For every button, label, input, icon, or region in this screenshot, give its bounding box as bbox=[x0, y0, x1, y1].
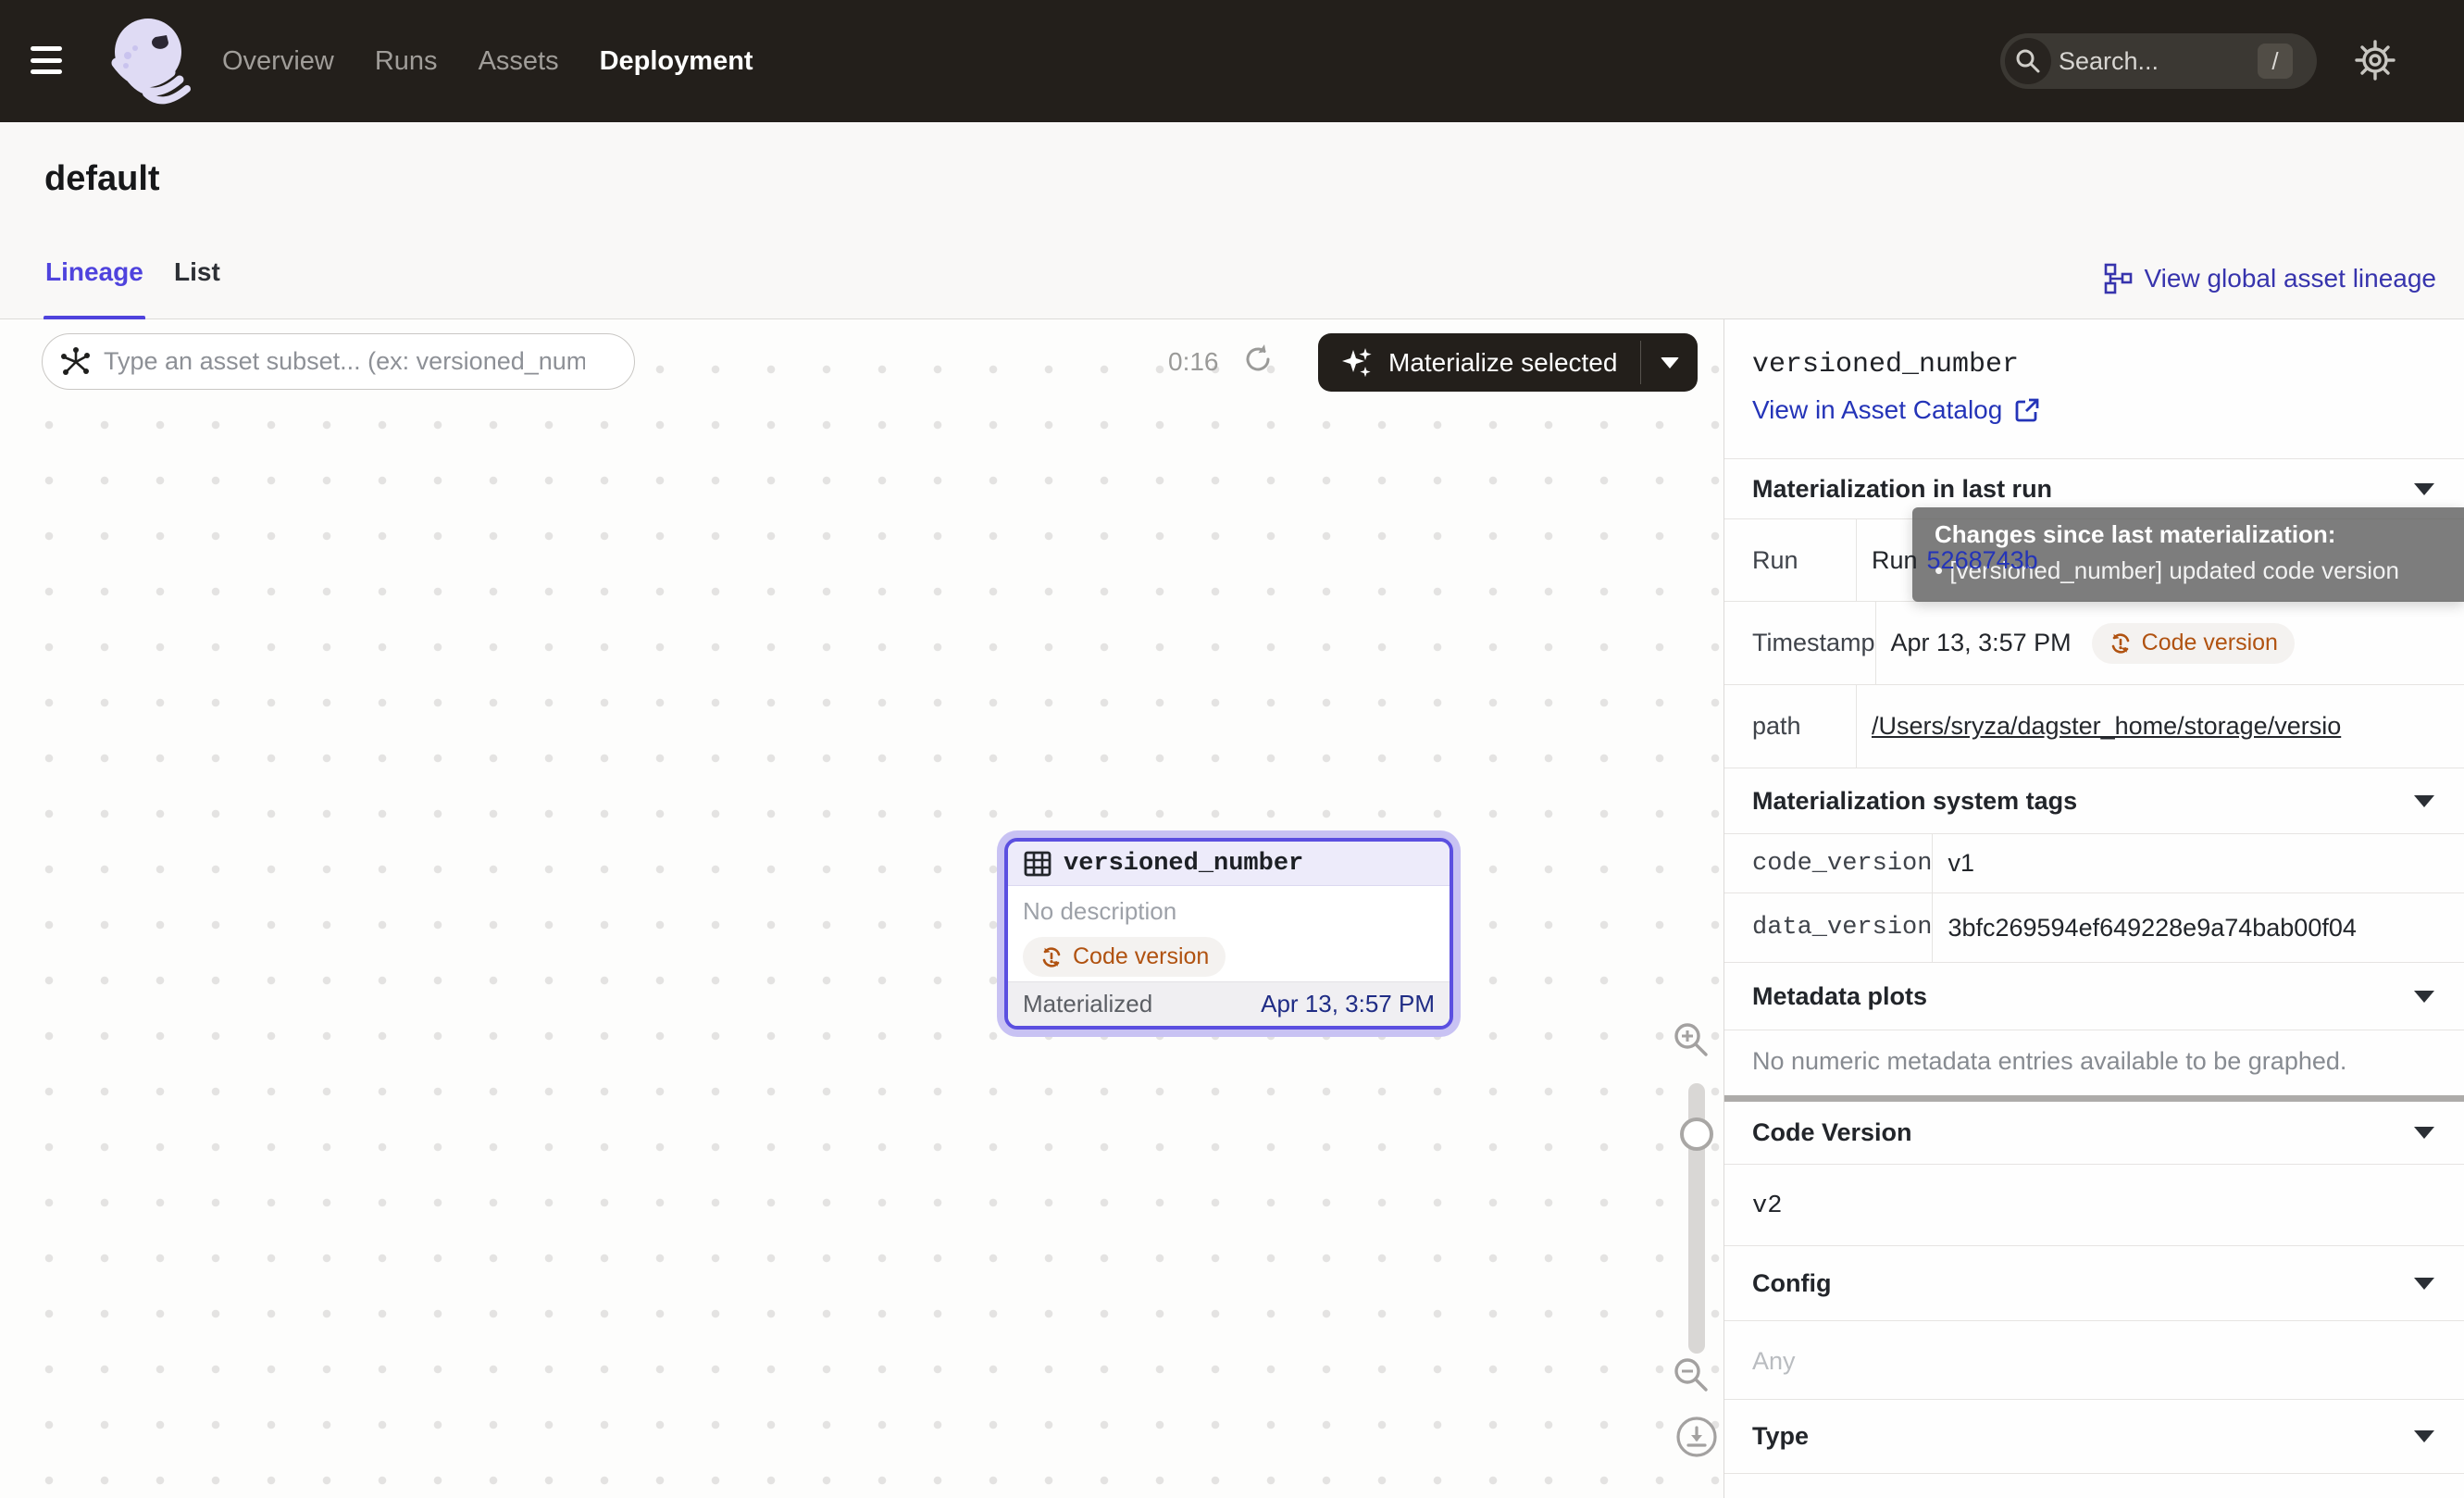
run-row-value: Run 5268743b bbox=[1857, 519, 2464, 601]
timestamp-row-value: Apr 13, 3:57 PM Code version bbox=[1876, 602, 2464, 684]
global-lineage-label: View global asset lineage bbox=[2145, 264, 2436, 293]
nav-items: Overview Runs Assets Deployment bbox=[222, 0, 753, 122]
refresh-icon[interactable] bbox=[1240, 342, 1276, 377]
code-version-cycle-icon bbox=[2109, 631, 2133, 655]
table-row-timestamp: Timestamp Apr 13, 3:57 PM Code version bbox=[1724, 601, 2464, 684]
run-row-label: Run bbox=[1724, 519, 1857, 601]
asset-node-body: No description Code version bbox=[1008, 886, 1450, 977]
materialize-dropdown-button[interactable] bbox=[1641, 333, 1698, 392]
code-version-badge-label: Code version bbox=[2142, 630, 2278, 656]
config-value-row: Any bbox=[1724, 1320, 2464, 1399]
nav-item-runs[interactable]: Runs bbox=[375, 46, 438, 77]
search-input[interactable] bbox=[2059, 47, 2225, 76]
external-link-icon bbox=[2013, 396, 2041, 424]
asset-node-name: versioned_number bbox=[1064, 850, 1303, 878]
section-metadata-plots[interactable]: Metadata plots bbox=[1724, 962, 2464, 1030]
table-row-run: Run Run 5268743b bbox=[1724, 518, 2464, 601]
panel-section-divider bbox=[1724, 1095, 2464, 1102]
chevron-down-icon[interactable] bbox=[2414, 1127, 2434, 1139]
table-row-data-version: data_version 3bfc269594ef649228e9a74bab0… bbox=[1724, 893, 2464, 962]
section-materialization-system-tags[interactable]: Materialization system tags bbox=[1724, 768, 2464, 833]
top-nav: Overview Runs Assets Deployment / bbox=[0, 0, 2464, 122]
asset-detail-panel: versioned_number View in Asset Catalog M… bbox=[1724, 319, 2464, 1498]
asset-node-versioned-number[interactable]: versioned_number No description Code ver… bbox=[1004, 838, 1453, 1030]
section-label: Materialization system tags bbox=[1752, 787, 2077, 816]
code-version-value: v2 bbox=[1752, 1192, 2464, 1220]
tab-lineage[interactable]: Lineage bbox=[45, 257, 143, 287]
section-type[interactable]: Type bbox=[1724, 1399, 2464, 1473]
asset-node-header: versioned_number bbox=[1008, 842, 1450, 886]
page-title: default bbox=[44, 159, 160, 199]
dagster-logo-icon[interactable] bbox=[104, 15, 200, 109]
zoom-out-button[interactable] bbox=[1670, 1354, 1712, 1396]
materialized-timestamp-link[interactable]: Apr 13, 3:57 PM bbox=[1261, 990, 1435, 1018]
code-version-cycle-icon bbox=[1039, 945, 1064, 969]
metadata-empty-row: No numeric metadata entries available to… bbox=[1724, 1030, 2464, 1095]
lineage-graph-icon bbox=[2102, 263, 2134, 294]
timestamp-row-label: Timestamp bbox=[1724, 602, 1876, 684]
config-value: Any bbox=[1752, 1347, 2464, 1376]
lineage-canvas[interactable]: 0:16 Materialize selected versioned_numb… bbox=[0, 319, 1724, 1498]
materialize-label: Materialize selected bbox=[1388, 348, 1617, 378]
path-row-label: path bbox=[1724, 685, 1857, 768]
zoom-in-button[interactable] bbox=[1670, 1018, 1712, 1061]
asset-node-footer: Materialized Apr 13, 3:57 PM bbox=[1008, 981, 1450, 1026]
download-image-button[interactable] bbox=[1675, 1416, 1718, 1458]
section-label: Code Version bbox=[1752, 1118, 1912, 1147]
search-box[interactable]: / bbox=[2000, 33, 2317, 89]
tag-key: data_version bbox=[1724, 893, 1933, 962]
refresh-countdown: 0:16 bbox=[1168, 347, 1219, 377]
chevron-down-icon[interactable] bbox=[2414, 991, 2434, 1003]
tag-value: v1 bbox=[1933, 834, 2464, 893]
search-icon bbox=[2005, 38, 2051, 84]
run-prefix: Run bbox=[1872, 546, 1918, 575]
materialized-status: Materialized bbox=[1023, 990, 1152, 1018]
table-icon bbox=[1023, 849, 1052, 879]
section-label: Metadata plots bbox=[1752, 982, 1927, 1011]
settings-gear-icon[interactable] bbox=[2354, 39, 2396, 81]
materialize-selected-button[interactable]: Materialize selected bbox=[1318, 333, 1698, 392]
tab-list[interactable]: List bbox=[174, 257, 220, 287]
table-row-path: path /Users/sryza/dagster_home/storage/v… bbox=[1724, 684, 2464, 768]
code-version-badge-label: Code version bbox=[1073, 943, 1209, 970]
code-version-badge[interactable]: Code version bbox=[2092, 623, 2295, 664]
catalog-link-label: View in Asset Catalog bbox=[1752, 395, 2002, 425]
metadata-empty-text: No numeric metadata entries available to… bbox=[1752, 1047, 2346, 1076]
panel-asset-name: versioned_number bbox=[1752, 349, 2019, 381]
page-header: default Asset Group in vanilla_asset_wit… bbox=[0, 122, 2464, 241]
tabs-bar: Lineage List View global asset lineage bbox=[0, 241, 2464, 319]
nav-item-assets[interactable]: Assets bbox=[479, 46, 559, 77]
type-row-bottom-border bbox=[1724, 1473, 2464, 1474]
section-label: Config bbox=[1752, 1269, 1831, 1298]
zoom-slider-handle[interactable] bbox=[1680, 1117, 1713, 1151]
section-config[interactable]: Config bbox=[1724, 1245, 2464, 1320]
code-version-badge[interactable]: Code version bbox=[1023, 937, 1226, 977]
search-shortcut-badge: / bbox=[2258, 44, 2293, 79]
section-label: Materialization in last run bbox=[1752, 475, 2052, 504]
nav-item-deployment[interactable]: Deployment bbox=[600, 46, 753, 77]
chevron-down-icon[interactable] bbox=[2414, 1430, 2434, 1442]
asset-node-description: No description bbox=[1023, 897, 1435, 926]
tag-key: code_version bbox=[1724, 834, 1933, 893]
tag-value: 3bfc269594ef649228e9a74bab00f04 bbox=[1933, 893, 2464, 962]
sparkle-icon bbox=[1338, 344, 1375, 381]
chevron-down-icon[interactable] bbox=[2414, 483, 2434, 495]
asset-subset-input[interactable] bbox=[104, 347, 585, 376]
asset-subset-filter[interactable] bbox=[42, 333, 635, 390]
section-label: Type bbox=[1752, 1422, 1809, 1451]
chevron-down-icon[interactable] bbox=[2414, 795, 2434, 807]
chevron-down-icon[interactable] bbox=[2414, 1278, 2434, 1290]
section-code-version[interactable]: Code Version bbox=[1724, 1102, 2464, 1164]
view-global-asset-lineage-link[interactable]: View global asset lineage bbox=[2102, 263, 2436, 294]
table-row-code-version: code_version v1 bbox=[1724, 833, 2464, 893]
path-link[interactable]: /Users/sryza/dagster_home/storage/versio bbox=[1872, 712, 2341, 741]
code-version-value-row: v2 bbox=[1724, 1164, 2464, 1245]
run-id-link[interactable]: 5268743b bbox=[1927, 546, 2038, 575]
view-in-asset-catalog-link[interactable]: View in Asset Catalog bbox=[1752, 395, 2041, 425]
hamburger-menu-icon[interactable] bbox=[31, 46, 62, 74]
nav-item-overview[interactable]: Overview bbox=[222, 46, 334, 77]
op-selector-icon bbox=[59, 345, 93, 379]
